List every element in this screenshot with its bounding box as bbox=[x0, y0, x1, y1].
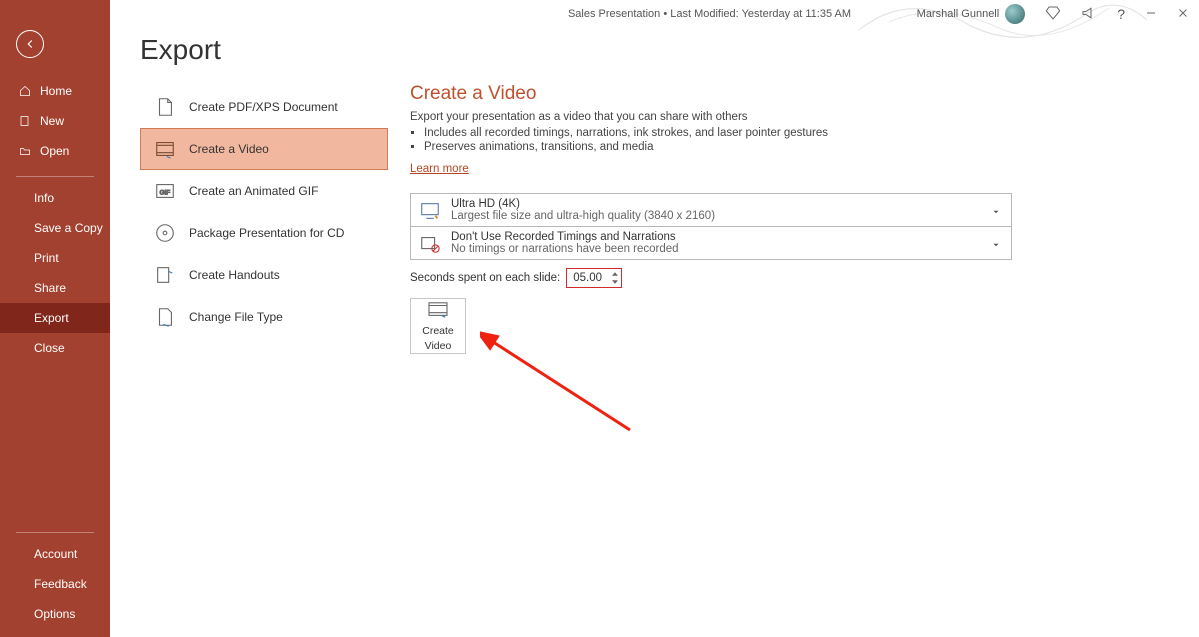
nav-save-copy-label: Save a Copy bbox=[34, 221, 103, 235]
minimize-button[interactable] bbox=[1145, 7, 1157, 22]
nav-close-label: Close bbox=[34, 341, 65, 355]
avatar-icon bbox=[1005, 4, 1025, 24]
nav-open[interactable]: Open bbox=[0, 136, 110, 166]
nav-options[interactable]: Options bbox=[0, 599, 110, 629]
monitor-icon bbox=[419, 200, 441, 225]
nav-home-label: Home bbox=[40, 84, 72, 98]
timings-dropdown[interactable]: Don't Use Recorded Timings and Narration… bbox=[411, 227, 1011, 259]
quality-sub: Largest file size and ultra-high quality… bbox=[451, 210, 979, 222]
nav-share-label: Share bbox=[34, 281, 66, 295]
export-handouts-label: Create Handouts bbox=[189, 268, 280, 282]
video-icon bbox=[151, 138, 179, 160]
nav-new[interactable]: New bbox=[0, 106, 110, 136]
timings-sub: No timings or narrations have been recor… bbox=[451, 243, 979, 255]
export-pdf[interactable]: Create PDF/XPS Document bbox=[140, 86, 388, 128]
panel-desc: Export your presentation as a video that… bbox=[410, 111, 1169, 123]
nav-share[interactable]: Share bbox=[0, 273, 110, 303]
open-icon bbox=[18, 145, 32, 157]
svg-text:GIF: GIF bbox=[160, 190, 171, 197]
user-name: Marshall Gunnell bbox=[917, 8, 1000, 20]
nav-info[interactable]: Info bbox=[0, 183, 110, 213]
nav-save-copy[interactable]: Save a Copy bbox=[0, 213, 110, 243]
home-icon bbox=[18, 85, 32, 97]
nav-export-label: Export bbox=[34, 311, 69, 325]
chevron-down-icon bbox=[991, 239, 1001, 253]
nav-divider-bottom bbox=[16, 532, 94, 533]
megaphone-icon[interactable] bbox=[1081, 5, 1097, 24]
spin-down[interactable] bbox=[611, 278, 619, 286]
quality-dropdown[interactable]: Ultra HD (4K) Largest file size and ultr… bbox=[411, 194, 1011, 227]
seconds-row: Seconds spent on each slide: 05.00 bbox=[410, 268, 1169, 288]
nav-close[interactable]: Close bbox=[0, 333, 110, 363]
seconds-label: Seconds spent on each slide: bbox=[410, 272, 560, 284]
help-button[interactable]: ? bbox=[1117, 6, 1125, 22]
export-type-list: Create PDF/XPS Document Create a Video G… bbox=[140, 86, 388, 338]
cd-icon bbox=[151, 222, 179, 244]
spinner bbox=[611, 270, 619, 286]
nav-export[interactable]: Export bbox=[0, 303, 110, 333]
title-bar: Sales Presentation • Last Modified: Yest… bbox=[220, 0, 1199, 28]
close-window-button[interactable] bbox=[1177, 7, 1189, 22]
timings-title: Don't Use Recorded Timings and Narration… bbox=[451, 231, 979, 243]
nav-print-label: Print bbox=[34, 251, 59, 265]
main-area: Sales Presentation • Last Modified: Yest… bbox=[110, 0, 1199, 637]
export-video-label: Create a Video bbox=[189, 142, 269, 156]
export-video[interactable]: Create a Video bbox=[140, 128, 388, 170]
seconds-input[interactable]: 05.00 bbox=[566, 268, 622, 288]
back-arrow-icon bbox=[23, 37, 37, 51]
create-video-button[interactable]: Create Video bbox=[410, 298, 466, 354]
new-icon bbox=[18, 115, 32, 127]
create-video-label1: Create bbox=[422, 325, 454, 337]
panel-title: Create a Video bbox=[410, 83, 1169, 105]
spin-up[interactable] bbox=[611, 270, 619, 278]
nav-open-label: Open bbox=[40, 144, 69, 158]
nav-feedback[interactable]: Feedback bbox=[0, 569, 110, 599]
nav-new-label: New bbox=[40, 114, 64, 128]
create-video-panel: Create a Video Export your presentation … bbox=[410, 83, 1169, 354]
page-title: Export bbox=[140, 34, 1199, 66]
pdf-icon bbox=[151, 96, 179, 118]
create-video-icon bbox=[427, 301, 449, 322]
nav-print[interactable]: Print bbox=[0, 243, 110, 273]
nav-feedback-label: Feedback bbox=[34, 577, 87, 591]
learn-more-link[interactable]: Learn more bbox=[410, 163, 469, 175]
export-filetype-label: Change File Type bbox=[189, 310, 283, 324]
chevron-down-icon bbox=[991, 206, 1001, 220]
user-account[interactable]: Marshall Gunnell bbox=[917, 4, 1026, 24]
nav-divider bbox=[16, 176, 94, 177]
nav-info-label: Info bbox=[34, 191, 54, 205]
filetype-icon bbox=[151, 306, 179, 328]
bullet-animations: Preserves animations, transitions, and m… bbox=[424, 141, 1169, 153]
handouts-icon bbox=[151, 264, 179, 286]
seconds-value: 05.00 bbox=[573, 272, 602, 284]
export-gif-label: Create an Animated GIF bbox=[189, 184, 318, 198]
export-filetype[interactable]: Change File Type bbox=[140, 296, 388, 338]
nav-home[interactable]: Home bbox=[0, 76, 110, 106]
export-pdf-label: Create PDF/XPS Document bbox=[189, 100, 338, 114]
nav-options-label: Options bbox=[34, 607, 75, 621]
export-handouts[interactable]: Create Handouts bbox=[140, 254, 388, 296]
export-gif[interactable]: GIF Create an Animated GIF bbox=[140, 170, 388, 212]
export-cd[interactable]: Package Presentation for CD bbox=[140, 212, 388, 254]
export-cd-label: Package Presentation for CD bbox=[189, 226, 344, 240]
gif-icon: GIF bbox=[151, 180, 179, 202]
backstage-sidebar: Home New Open Info Save a Copy Print Sha… bbox=[0, 0, 110, 637]
quality-title: Ultra HD (4K) bbox=[451, 198, 979, 210]
panel-bullets: Includes all recorded timings, narration… bbox=[424, 127, 1169, 153]
diamond-icon[interactable] bbox=[1045, 5, 1061, 24]
nav-account-label: Account bbox=[34, 547, 77, 561]
video-settings: Ultra HD (4K) Largest file size and ultr… bbox=[410, 193, 1012, 260]
back-button[interactable] bbox=[16, 30, 44, 58]
film-no-icon bbox=[419, 233, 441, 258]
nav-account[interactable]: Account bbox=[0, 539, 110, 569]
bullet-timings: Includes all recorded timings, narration… bbox=[424, 127, 1169, 139]
create-video-label2: Video bbox=[425, 340, 452, 352]
